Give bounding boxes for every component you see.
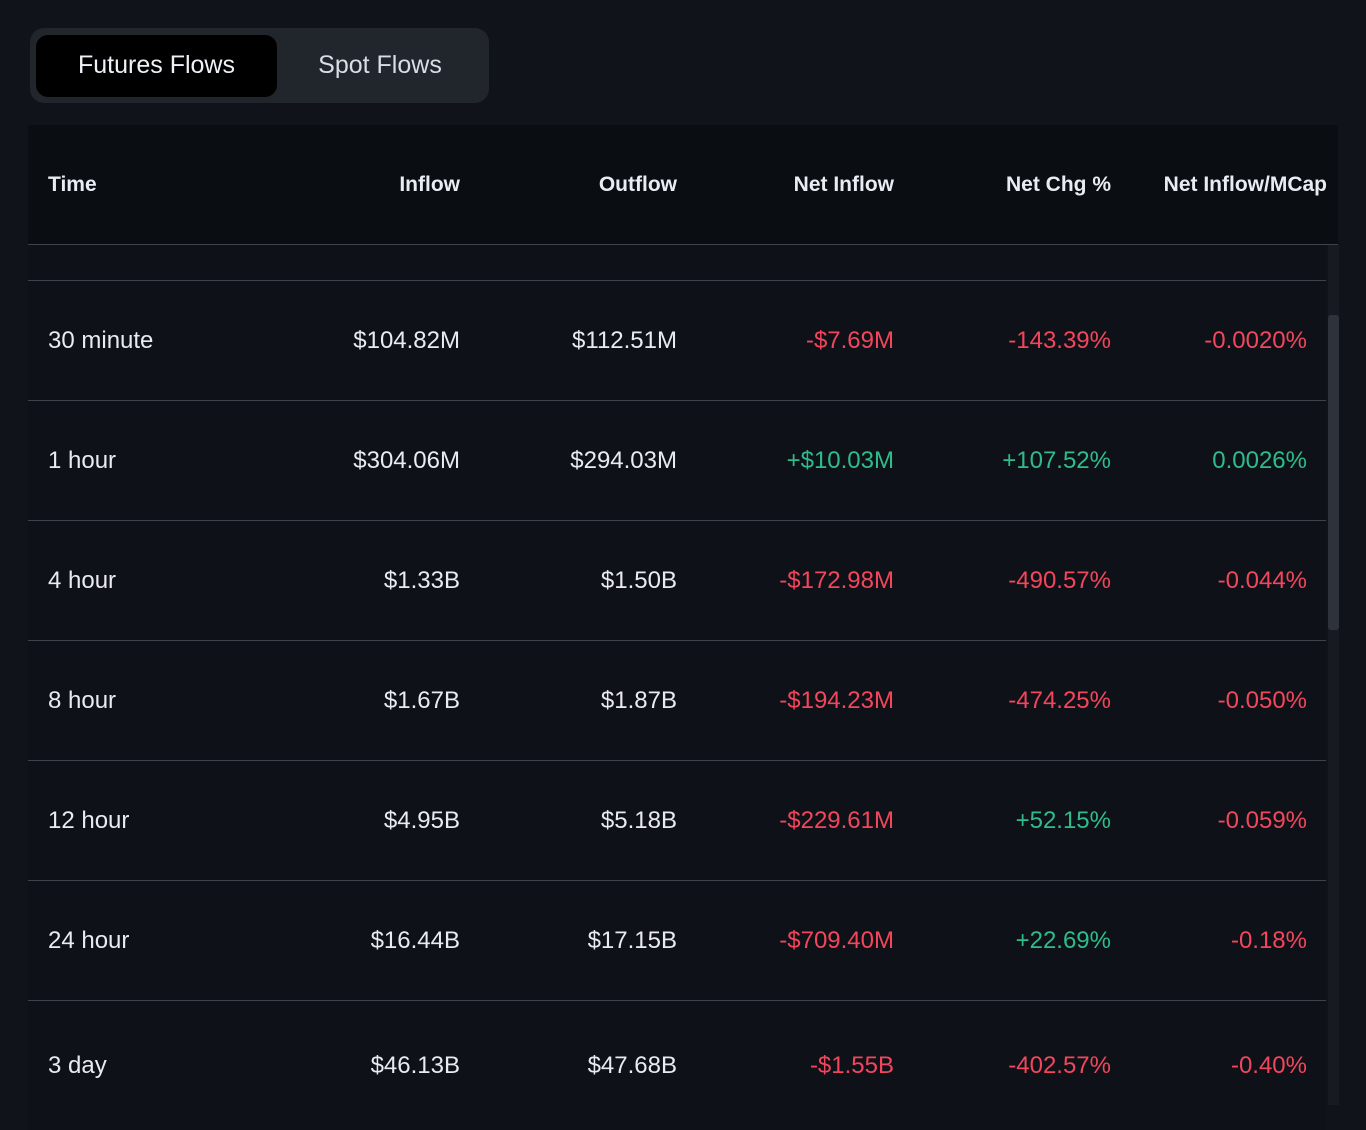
table-row: 8 hour $1.67B $1.87B -$194.23M -474.25% … bbox=[28, 641, 1326, 761]
table-body: 30 minute $104.82M $112.51M -$7.69M -143… bbox=[28, 245, 1326, 1130]
time-cell: 24 hour bbox=[28, 927, 243, 955]
partial-scrolled-row bbox=[28, 245, 1326, 281]
inflow-cell: $104.82M bbox=[243, 327, 460, 355]
table-row: 24 hour $16.44B $17.15B -$709.40M +22.69… bbox=[28, 881, 1326, 1001]
table-row: 1 hour $304.06M $294.03M +$10.03M +107.5… bbox=[28, 401, 1326, 521]
time-cell: 1 hour bbox=[28, 447, 243, 475]
inflow-cell: $46.13B bbox=[243, 1052, 460, 1080]
net-inflow-cell: -$709.40M bbox=[677, 927, 894, 955]
inflow-cell: $16.44B bbox=[243, 927, 460, 955]
table-row: 4 hour $1.33B $1.50B -$172.98M -490.57% … bbox=[28, 521, 1326, 641]
net-mcap-cell: -0.0020% bbox=[1111, 327, 1326, 355]
outflow-cell: $1.87B bbox=[460, 687, 677, 715]
inflow-cell: $1.33B bbox=[243, 567, 460, 595]
table-row: 12 hour $4.95B $5.18B -$229.61M +52.15% … bbox=[28, 761, 1326, 881]
net-inflow-cell: -$229.61M bbox=[677, 807, 894, 835]
flows-table: Time Inflow Outflow Net Inflow Net Chg %… bbox=[28, 125, 1338, 1130]
time-cell: 30 minute bbox=[28, 327, 243, 355]
net-inflow-cell: +$10.03M bbox=[677, 447, 894, 475]
net-inflow-cell: -$194.23M bbox=[677, 687, 894, 715]
inflow-cell: $1.67B bbox=[243, 687, 460, 715]
vertical-scrollbar-thumb[interactable] bbox=[1328, 315, 1339, 630]
net-chg-cell: -474.25% bbox=[894, 687, 1111, 715]
flows-tab-group: Futures Flows Spot Flows bbox=[30, 28, 489, 103]
net-mcap-cell: -0.059% bbox=[1111, 807, 1326, 835]
outflow-cell: $5.18B bbox=[460, 807, 677, 835]
table-row: 3 day $46.13B $47.68B -$1.55B -402.57% -… bbox=[28, 1001, 1326, 1130]
net-mcap-cell: 0.0026% bbox=[1111, 447, 1326, 475]
net-mcap-cell: -0.18% bbox=[1111, 927, 1326, 955]
column-header-net-inflow-mcap: Net Inflow/MCap bbox=[1111, 173, 1338, 197]
flows-dashboard: Futures Flows Spot Flows Time Inflow Out… bbox=[0, 0, 1366, 1130]
time-cell: 12 hour bbox=[28, 807, 243, 835]
time-cell: 4 hour bbox=[28, 567, 243, 595]
net-chg-cell: +52.15% bbox=[894, 807, 1111, 835]
outflow-cell: $1.50B bbox=[460, 567, 677, 595]
net-chg-cell: +107.52% bbox=[894, 447, 1111, 475]
net-chg-cell: -143.39% bbox=[894, 327, 1111, 355]
tab-spot-flows[interactable]: Spot Flows bbox=[277, 35, 483, 97]
outflow-cell: $47.68B bbox=[460, 1052, 677, 1080]
net-chg-cell: -402.57% bbox=[894, 1052, 1111, 1080]
column-header-inflow: Inflow bbox=[243, 173, 460, 197]
net-chg-cell: -490.57% bbox=[894, 567, 1111, 595]
net-inflow-cell: -$172.98M bbox=[677, 567, 894, 595]
column-header-net-chg: Net Chg % bbox=[894, 173, 1111, 197]
tab-futures-flows[interactable]: Futures Flows bbox=[36, 35, 277, 97]
outflow-cell: $112.51M bbox=[460, 327, 677, 355]
vertical-scrollbar-track[interactable] bbox=[1328, 245, 1339, 1105]
net-mcap-cell: -0.40% bbox=[1111, 1052, 1326, 1080]
time-cell: 3 day bbox=[28, 1052, 243, 1080]
table-header-row: Time Inflow Outflow Net Inflow Net Chg %… bbox=[28, 125, 1338, 245]
outflow-cell: $294.03M bbox=[460, 447, 677, 475]
net-mcap-cell: -0.044% bbox=[1111, 567, 1326, 595]
net-mcap-cell: -0.050% bbox=[1111, 687, 1326, 715]
net-inflow-cell: -$7.69M bbox=[677, 327, 894, 355]
outflow-cell: $17.15B bbox=[460, 927, 677, 955]
inflow-cell: $304.06M bbox=[243, 447, 460, 475]
column-header-time: Time bbox=[28, 173, 243, 197]
column-header-outflow: Outflow bbox=[460, 173, 677, 197]
column-header-net-inflow: Net Inflow bbox=[677, 173, 894, 197]
time-cell: 8 hour bbox=[28, 687, 243, 715]
net-chg-cell: +22.69% bbox=[894, 927, 1111, 955]
net-inflow-cell: -$1.55B bbox=[677, 1052, 894, 1080]
inflow-cell: $4.95B bbox=[243, 807, 460, 835]
table-row: 30 minute $104.82M $112.51M -$7.69M -143… bbox=[28, 281, 1326, 401]
